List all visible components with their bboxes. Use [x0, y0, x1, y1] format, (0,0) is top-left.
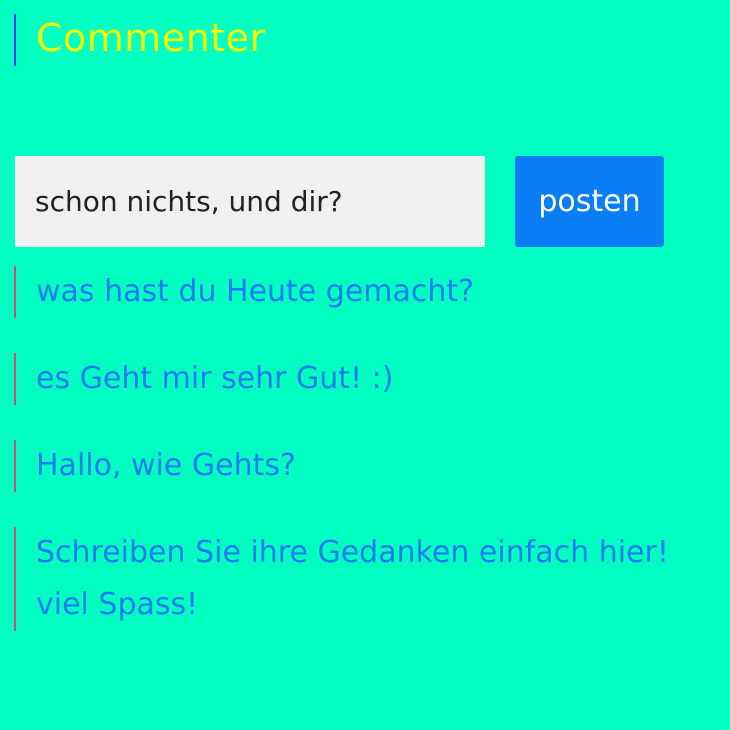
post-button[interactable]: posten	[515, 156, 664, 247]
comment-input[interactable]	[15, 156, 485, 247]
header: Commenter	[14, 14, 266, 66]
comment-item: was hast du Heute gemacht?	[14, 266, 720, 318]
comment-item: Schreiben Sie ihre Gedanken einfach hier…	[14, 527, 720, 631]
app-title: Commenter	[36, 16, 266, 60]
comment-item: Hallo, wie Gehts?	[14, 440, 720, 492]
comment-item: es Geht mir sehr Gut! :)	[14, 353, 720, 405]
comment-composer: posten	[15, 156, 665, 247]
comment-list: was hast du Heute gemacht? es Geht mir s…	[14, 266, 720, 666]
